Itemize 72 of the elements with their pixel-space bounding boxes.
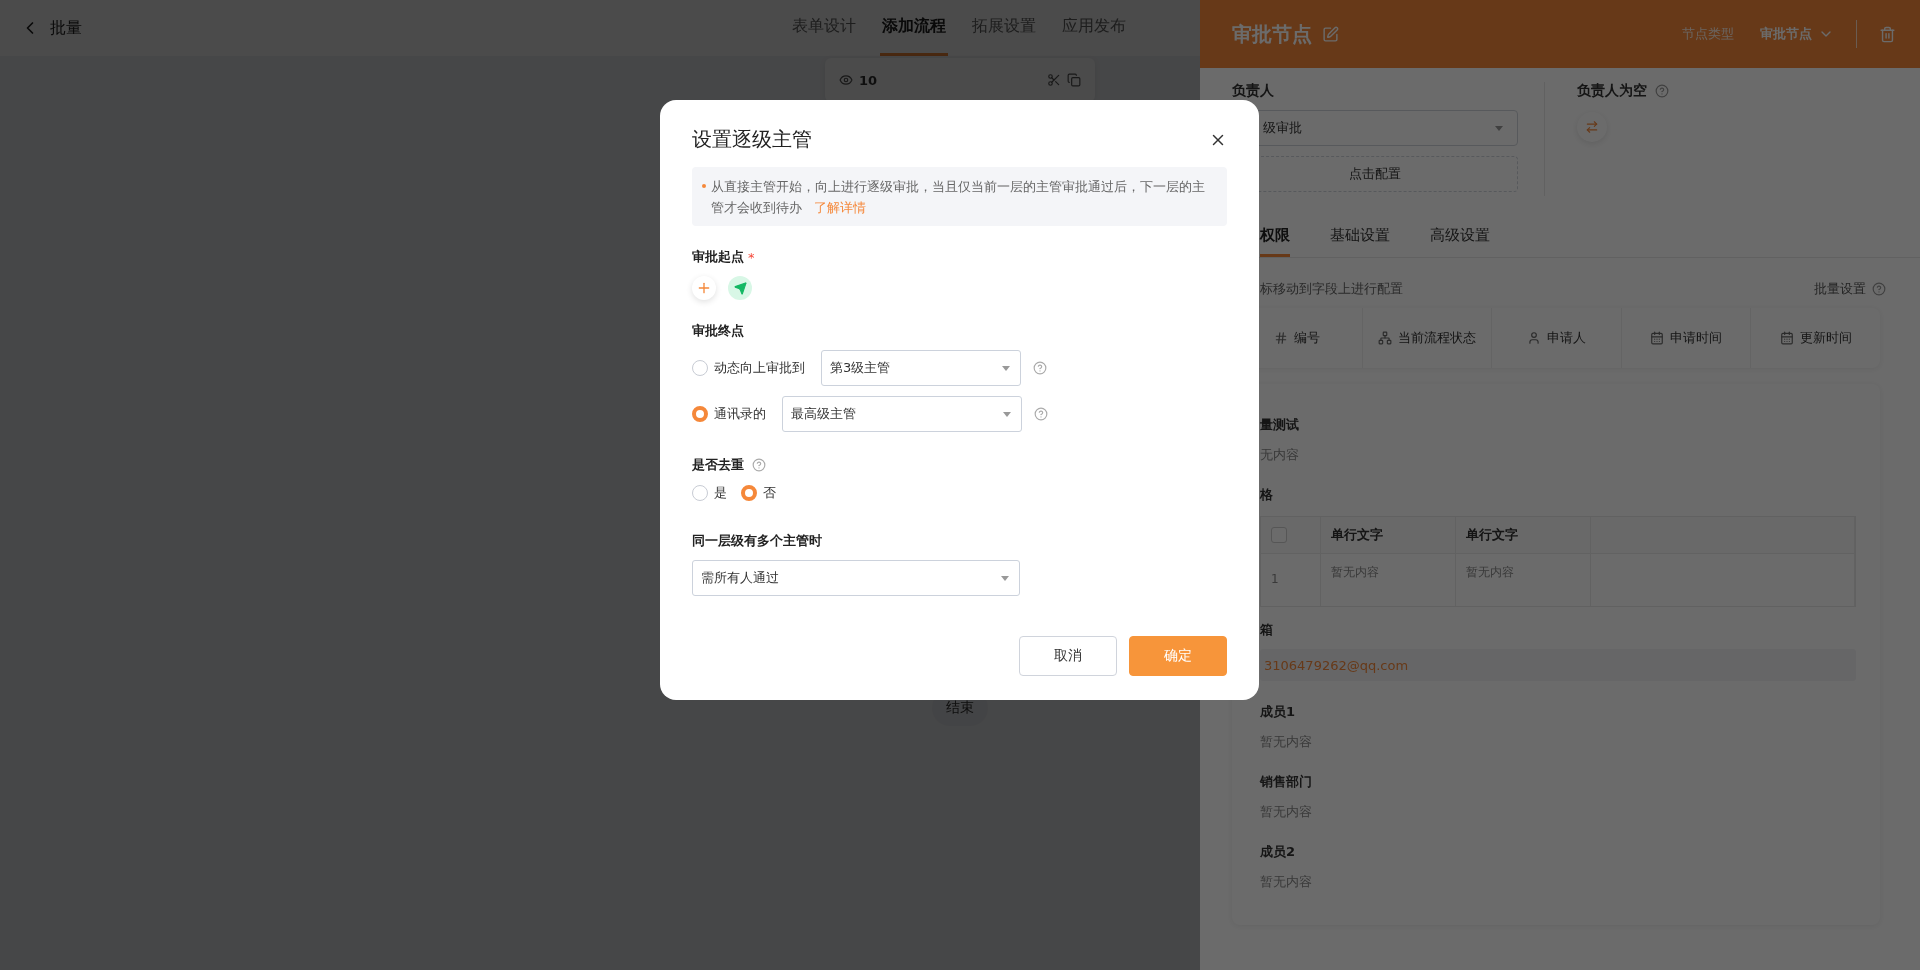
select-field[interactable]: 最高级主管	[782, 396, 1022, 432]
field-label: 箱	[1260, 621, 1274, 639]
node-type-dropdown[interactable]: 审批节点	[1760, 25, 1834, 43]
field-chip[interactable]: 申请时间	[1620, 308, 1751, 368]
notice-text: 从直接主管开始，向上进行逐级审批，当且仅当前一层的主管审批通过后，下一层的主管才会收到待办 了解详情	[711, 178, 1206, 217]
help-icon[interactable]	[1655, 84, 1669, 98]
confirm-button[interactable]: 确定	[1129, 636, 1227, 676]
section-label: 审批终点	[692, 322, 745, 340]
caret-icon	[1002, 365, 1010, 371]
details-link[interactable]: 了解详情	[814, 200, 866, 215]
view-count: 10	[859, 72, 878, 88]
radio-label: 通讯录的	[714, 405, 766, 423]
hierarchy-icon	[1377, 331, 1392, 345]
email-value: 3106479262@qq.com	[1260, 649, 1856, 681]
field-label: 量测试	[1260, 416, 1300, 434]
radio-button[interactable]	[692, 406, 708, 422]
field-label: 格	[1260, 486, 1274, 504]
table-header-cell: 单行文字	[1456, 517, 1591, 554]
node-type-label: 节点类型	[1682, 25, 1734, 43]
delete-icon[interactable]	[1879, 25, 1896, 43]
back-button[interactable]: 批量	[20, 17, 82, 39]
hint-text: 标移动到字段上进行配置	[1260, 280, 1403, 298]
radio-button[interactable]	[692, 360, 708, 376]
copy-icon[interactable]	[1067, 73, 1081, 87]
person-icon	[1527, 331, 1541, 345]
field-chip[interactable]: 申请人	[1491, 308, 1621, 368]
calendar-icon	[1779, 331, 1794, 345]
radio-label: 是	[714, 484, 727, 502]
paper-plane-icon	[733, 281, 747, 295]
dialog-title: 设置逐级主管	[692, 126, 812, 153]
paper-plane-button[interactable]	[728, 276, 752, 300]
help-icon[interactable]	[1033, 361, 1047, 375]
field-label: 销售部门	[1260, 773, 1313, 791]
section-label: 审批起点	[692, 248, 744, 266]
scissors-icon[interactable]	[1047, 73, 1061, 87]
calendar-icon	[1650, 331, 1665, 345]
caret-icon	[1001, 575, 1009, 581]
help-icon[interactable]	[1034, 407, 1048, 421]
radio-button[interactable]	[741, 485, 757, 501]
caret-icon	[1003, 411, 1011, 417]
caret-icon	[1495, 125, 1503, 131]
required-mark: *	[748, 249, 755, 265]
swap-icon	[1585, 120, 1599, 134]
select-field[interactable]: 第3级主管	[821, 350, 1021, 386]
flow-node-card[interactable]: 10	[825, 58, 1095, 102]
bullet-icon	[702, 184, 706, 188]
tab[interactable]: 基础设置	[1330, 216, 1390, 257]
empty-assignee-label: 负责人为空	[1577, 82, 1647, 100]
select-field[interactable]: 需所有人通过	[692, 560, 1020, 596]
section-label: 是否去重	[692, 456, 744, 474]
field-chip[interactable]: 更新时间	[1750, 308, 1880, 368]
cancel-button[interactable]: 取消	[1019, 636, 1117, 676]
radio-button[interactable]	[692, 485, 708, 501]
hash-icon	[1273, 331, 1288, 345]
batch-settings-link[interactable]: 批量设置	[1814, 280, 1886, 298]
radio-label: 否	[763, 484, 776, 502]
section-label: 同一层级有多个主管时	[692, 532, 823, 550]
field-label: 成员2	[1260, 843, 1297, 861]
field-label: 成员1	[1260, 703, 1297, 721]
field-chip[interactable]: 当前流程状态	[1361, 308, 1492, 368]
help-icon	[1872, 282, 1886, 296]
add-button[interactable]	[692, 276, 716, 300]
eye-icon	[839, 73, 853, 87]
table-header-cell: 单行文字	[1321, 517, 1456, 554]
field-chip[interactable]: 编号	[1232, 308, 1362, 368]
help-icon[interactable]	[752, 458, 766, 472]
drawer-title: 审批节点	[1232, 20, 1312, 48]
assignee-label: 负责人	[1232, 82, 1275, 100]
tab[interactable]: 高级设置	[1430, 216, 1490, 257]
radio-label: 动态向上审批到	[714, 359, 805, 377]
edit-icon[interactable]	[1322, 25, 1339, 43]
plus-icon	[696, 280, 712, 296]
